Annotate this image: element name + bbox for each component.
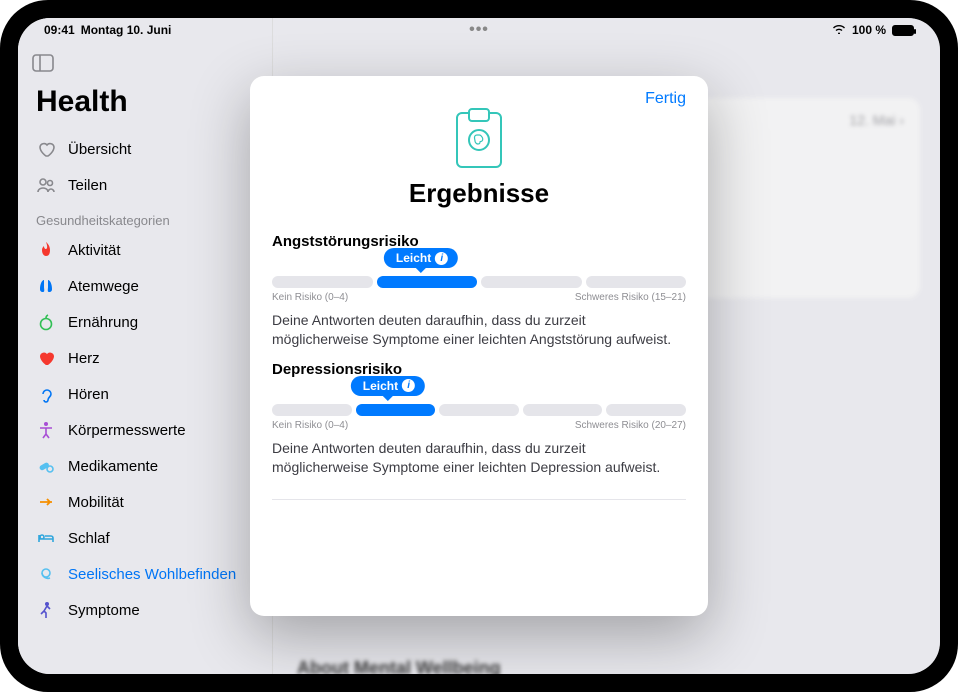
risk-section: AngststörungsrisikoLeichtiKein Risiko (0… <box>272 233 686 349</box>
battery-icon <box>892 25 914 36</box>
gauge-low-label: Kein Risiko (0–4) <box>272 292 348 303</box>
risk-badge[interactable]: Leichti <box>384 248 458 268</box>
clipboard-brain-icon <box>456 112 502 168</box>
done-button[interactable]: Fertig <box>645 90 686 108</box>
modal-title: Ergebnisse <box>409 178 549 209</box>
risk-gauge: LeichtiKein Risiko (0–4)Schweres Risiko … <box>272 276 686 303</box>
gauge-segment <box>272 404 352 416</box>
device-frame: 09:41 Montag 10. Juni ••• 100 % <box>0 0 958 692</box>
gauge-segment <box>586 276 687 288</box>
gauge-segment <box>481 276 582 288</box>
risk-badge-label: Leicht <box>363 379 398 393</box>
info-icon[interactable]: i <box>402 379 415 392</box>
results-modal: Fertig Ergebnisse AngststörungsrisikoLei… <box>250 76 708 616</box>
gauge-segment <box>606 404 686 416</box>
screen: 09:41 Montag 10. Juni ••• 100 % <box>18 18 940 674</box>
status-date: Montag 10. Juni <box>81 23 172 37</box>
risk-gauge: LeichtiKein Risiko (0–4)Schweres Risiko … <box>272 404 686 431</box>
info-icon[interactable]: i <box>435 252 448 265</box>
gauge-segment <box>377 276 478 288</box>
wifi-icon <box>832 23 846 37</box>
risk-title: Angststörungsrisiko <box>272 233 686 250</box>
gauge-low-label: Kein Risiko (0–4) <box>272 420 348 431</box>
gauge-segment <box>439 404 519 416</box>
risk-description: Deine Antworten deuten daraufhin, dass d… <box>272 439 686 477</box>
risk-title: Depressionsrisiko <box>272 361 686 378</box>
risk-badge-label: Leicht <box>396 251 431 265</box>
risk-description: Deine Antworten deuten daraufhin, dass d… <box>272 311 686 349</box>
gauge-high-label: Schweres Risiko (15–21) <box>575 292 686 303</box>
status-time: 09:41 <box>44 23 75 37</box>
risk-badge[interactable]: Leichti <box>351 376 425 396</box>
gauge-high-label: Schweres Risiko (20–27) <box>575 420 686 431</box>
gauge-segment <box>523 404 603 416</box>
status-bar: 09:41 Montag 10. Juni ••• 100 % <box>18 18 940 42</box>
gauge-segment <box>356 404 436 416</box>
gauge-segment <box>272 276 373 288</box>
divider <box>272 499 686 500</box>
multitask-dots-icon[interactable]: ••• <box>469 21 489 39</box>
risk-section: DepressionsrisikoLeichtiKein Risiko (0–4… <box>272 361 686 477</box>
battery-text: 100 % <box>852 23 886 37</box>
